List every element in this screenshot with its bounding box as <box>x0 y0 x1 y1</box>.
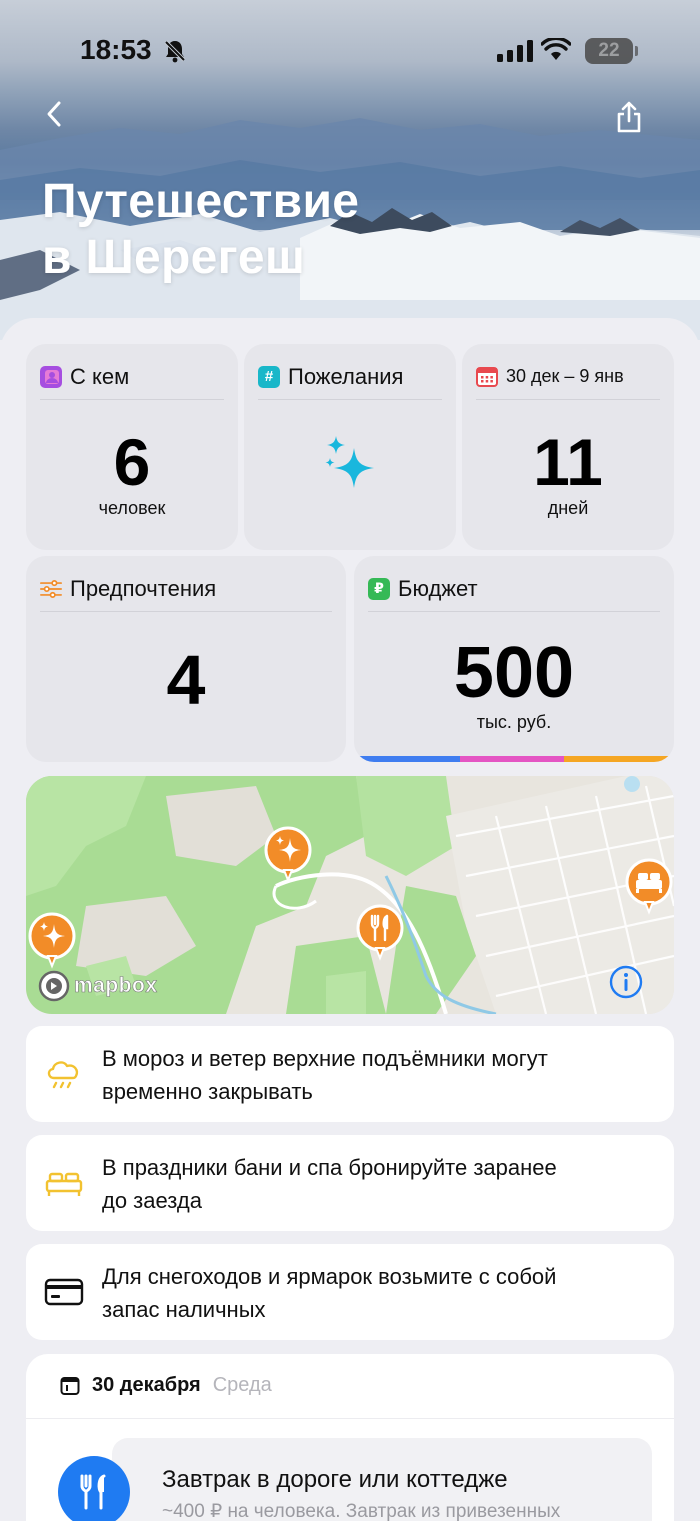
card-label: Предпочтения <box>70 575 217 601</box>
status-bar: 18:53 22 <box>0 0 700 100</box>
preferences-count: 4 <box>166 641 206 719</box>
tip-text: В праздники бани и спа бронируйте заране… <box>102 1155 557 1213</box>
hashtag-icon: # <box>258 365 280 388</box>
tip-text: В мороз и ветер верхние подъёмники могут… <box>102 1046 548 1104</box>
card-wishes[interactable]: # Пожелания <box>244 344 456 550</box>
event-card[interactable]: Завтрак в дороге или коттедже ~400 ₽ на … <box>112 1438 652 1521</box>
tip-card[interactable]: В праздники бани и спа бронируйте заране… <box>26 1135 674 1231</box>
mapbox-text: mapbox <box>74 974 158 998</box>
cloud-rain-icon <box>44 1056 84 1092</box>
budget-unit: тыс. руб. <box>476 712 552 732</box>
hero-image: 18:53 22 Путешествие в Шерегеш <box>0 0 700 340</box>
chevron-left-icon <box>47 101 61 127</box>
divider <box>26 1418 674 1419</box>
card-icon <box>44 1274 84 1310</box>
map-pin-restaurant[interactable] <box>356 904 404 969</box>
share-icon <box>617 101 641 133</box>
days-unit: дней <box>547 498 589 518</box>
battery-indicator: 22 <box>585 38 633 64</box>
calendar-icon <box>476 366 498 388</box>
card-header: 30 дек – 9 янв <box>476 360 660 400</box>
map-pin-hotel[interactable] <box>624 858 674 923</box>
status-time: 18:53 <box>80 34 152 65</box>
map-info-button[interactable] <box>608 964 644 1005</box>
people-unit: человек <box>98 498 166 518</box>
days-count: 11 <box>533 425 603 499</box>
card-header: Предпочтения <box>40 572 332 612</box>
mapbox-logo: mapbox <box>38 970 158 1002</box>
share-button[interactable] <box>615 100 653 138</box>
event-title: Завтрак в дороге или коттедже <box>162 1466 508 1493</box>
budget-bar <box>354 756 674 762</box>
page-title: Путешествие в Шерегеш <box>42 175 360 284</box>
day-date: 30 декабря <box>92 1374 201 1396</box>
card-label: 30 дек – 9 янв <box>506 366 624 386</box>
mapbox-icon <box>38 970 70 1002</box>
card-preferences[interactable]: Предпочтения 4 <box>26 556 346 762</box>
card-budget[interactable]: ₽ Бюджет 500 тыс. руб. <box>354 556 674 762</box>
card-with-whom[interactable]: С кем 6 человек <box>26 344 238 550</box>
event-subtitle: ~400 ₽ на человека. Завтрак из привезенн… <box>162 1501 561 1521</box>
budget-bar-segment <box>564 756 674 762</box>
map-view[interactable]: mapbox <box>26 776 674 1014</box>
people-icon <box>40 365 62 388</box>
map-pin-sparkle[interactable] <box>264 826 312 891</box>
event-restaurant-badge <box>58 1456 130 1521</box>
card-label: Бюджет <box>398 575 478 601</box>
calendar-icon <box>60 1376 80 1395</box>
day-header: 30 декабря Среда <box>60 1374 272 1397</box>
budget-bar-segment <box>354 756 460 762</box>
info-icon <box>609 965 643 999</box>
tip-text: Для снегоходов и ярмарок возьмите с собо… <box>102 1264 557 1322</box>
card-header: # Пожелания <box>258 360 442 400</box>
card-label: С кем <box>70 363 130 389</box>
card-header: С кем <box>40 360 224 400</box>
card-label: Пожелания <box>288 363 404 389</box>
sliders-icon <box>40 578 62 600</box>
battery-tip <box>635 46 638 56</box>
card-header: ₽ Бюджет <box>368 572 660 612</box>
ruble-icon: ₽ <box>368 577 390 600</box>
bed-icon <box>44 1165 84 1201</box>
day-weekday: Среда <box>212 1374 272 1396</box>
tip-card[interactable]: Для снегоходов и ярмарок возьмите с собо… <box>26 1244 674 1340</box>
people-count: 6 <box>113 425 151 499</box>
tip-card[interactable]: В мороз и ветер верхние подъёмники могут… <box>26 1026 674 1122</box>
map-pin-sparkle[interactable] <box>28 912 76 977</box>
sparkles-icon <box>325 436 374 488</box>
budget-amount: 500 <box>453 633 575 713</box>
card-dates[interactable]: 30 дек – 9 янв 11 дней <box>462 344 674 550</box>
budget-bar-segment <box>460 756 564 762</box>
back-button[interactable] <box>44 100 78 134</box>
fork-knife-icon <box>80 1474 106 1510</box>
